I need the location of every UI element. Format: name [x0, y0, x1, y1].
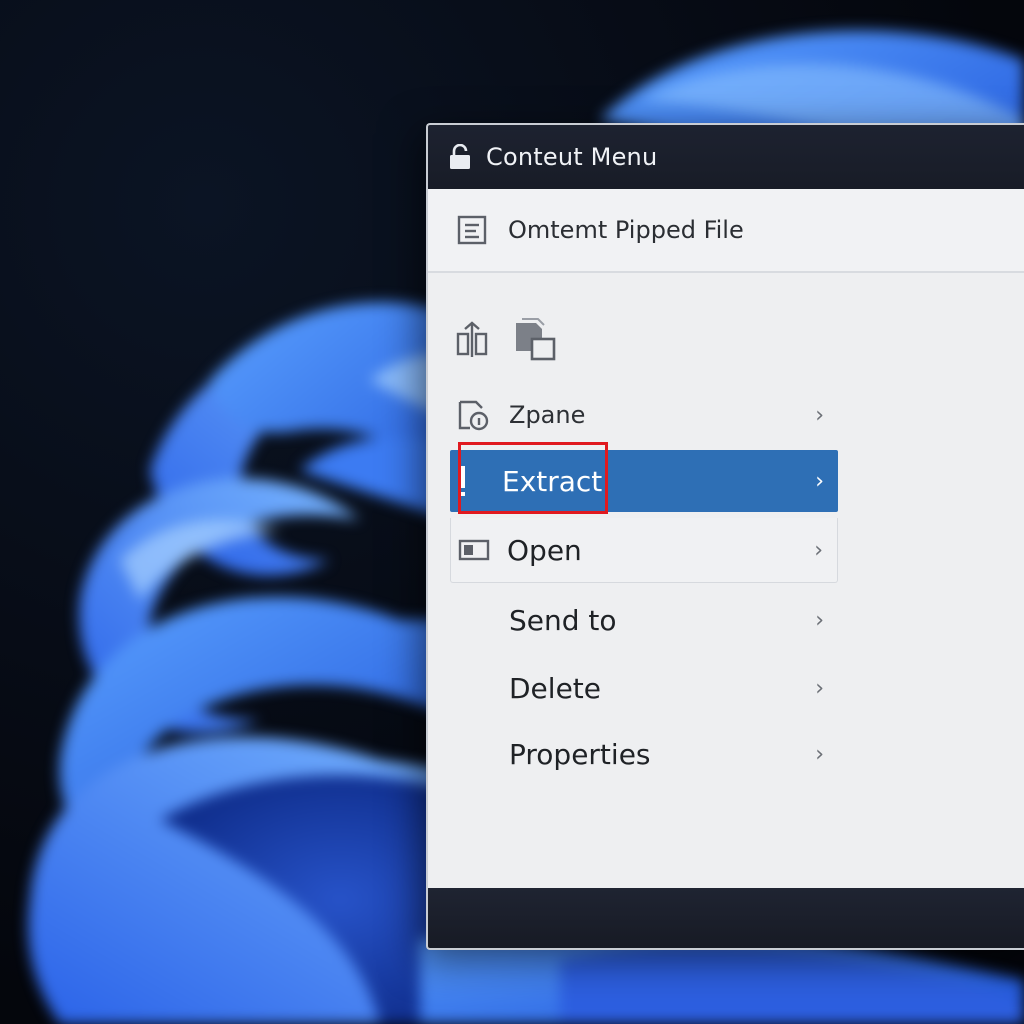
zip-info-icon — [458, 400, 489, 431]
extract-icon — [460, 464, 466, 498]
copy-icon[interactable] — [512, 315, 558, 365]
quick-actions — [454, 315, 558, 365]
menu-item-label: Extract — [502, 464, 603, 498]
menu-item-open[interactable]: Open › — [450, 518, 838, 583]
context-menu-window: Conteut Menu Omtemt Pipped File Zpane › … — [426, 123, 1024, 950]
title-bar[interactable]: Conteut Menu — [428, 125, 1024, 189]
menu-item-label: Open — [507, 533, 582, 567]
compress-icon[interactable] — [454, 320, 490, 360]
menu-item-label: Send to — [509, 603, 617, 637]
menu-item-label: Zpane — [509, 401, 586, 429]
menu-item-properties[interactable]: Properties › — [450, 721, 838, 787]
file-name: Omtemt Pipped File — [508, 216, 744, 244]
lock-icon — [450, 144, 470, 169]
window-icon — [458, 539, 490, 561]
menu-item-label: Properties — [509, 737, 651, 771]
file-header: Omtemt Pipped File — [428, 189, 1024, 273]
menu-item-extract[interactable]: Extract › — [450, 442, 838, 514]
chevron-right-icon: › — [815, 607, 824, 633]
chevron-right-icon: › — [815, 675, 824, 701]
menu-item-zpane[interactable]: Zpane › — [450, 380, 838, 450]
window-title: Conteut Menu — [486, 143, 658, 171]
chevron-right-icon: › — [815, 741, 824, 767]
chevron-right-icon: › — [815, 402, 824, 428]
menu-item-label: Delete — [509, 671, 601, 705]
bottom-bar — [428, 888, 1024, 948]
menu-item-delete[interactable]: Delete › — [450, 655, 838, 721]
chevron-right-icon: › — [814, 537, 823, 563]
menu-item-send-to[interactable]: Send to › — [450, 587, 838, 653]
document-icon — [457, 215, 487, 245]
chevron-right-icon: › — [815, 468, 824, 494]
context-menu: Zpane › Extract › Open › Send to › Delet… — [450, 380, 838, 787]
